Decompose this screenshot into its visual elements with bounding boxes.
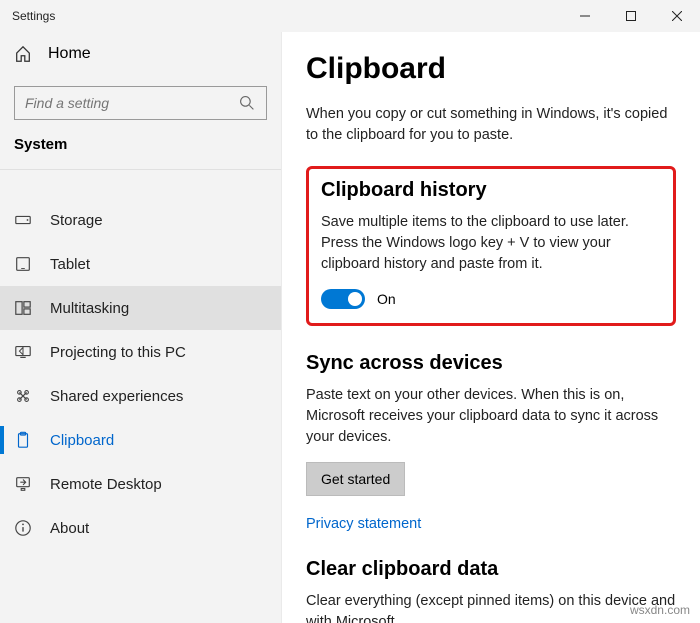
clear-heading: Clear clipboard data <box>306 558 676 581</box>
sidebar: Home System Storage <box>0 32 282 623</box>
toggle-state-label: On <box>377 291 396 307</box>
sync-heading: Sync across devices <box>306 352 676 375</box>
sidebar-item-label: Storage <box>50 212 103 229</box>
page-title: Clipboard <box>306 52 676 86</box>
sidebar-nav: Storage Tablet Multitasking <box>0 170 281 550</box>
sidebar-item-multitasking[interactable]: Multitasking <box>0 286 281 330</box>
sidebar-item-storage[interactable]: Storage <box>0 198 281 242</box>
close-button[interactable] <box>654 0 700 32</box>
search-input[interactable] <box>25 95 225 111</box>
sidebar-item-label: About <box>50 520 89 537</box>
toggle-knob <box>348 292 362 306</box>
history-toggle[interactable] <box>321 289 365 309</box>
sidebar-item-label: Shared experiences <box>50 388 183 405</box>
sidebar-item-projecting[interactable]: Projecting to this PC <box>0 330 281 374</box>
history-heading: Clipboard history <box>321 179 661 202</box>
sidebar-category: System <box>0 128 281 170</box>
minimize-button[interactable] <box>562 0 608 32</box>
clear-desc: Clear everything (except pinned items) o… <box>306 591 676 623</box>
main-content: Clipboard When you copy or cut something… <box>282 32 700 623</box>
sidebar-item-label: Multitasking <box>50 300 129 317</box>
get-started-button[interactable]: Get started <box>306 462 405 496</box>
privacy-link[interactable]: Privacy statement <box>306 516 421 532</box>
sidebar-item-remote[interactable]: Remote Desktop <box>0 462 281 506</box>
search-icon <box>238 95 256 111</box>
sidebar-item-label: Clipboard <box>50 432 114 449</box>
sync-desc: Paste text on your other devices. When t… <box>306 385 676 448</box>
storage-icon <box>14 211 32 229</box>
accent-bar <box>0 426 4 454</box>
search-box[interactable] <box>14 86 267 120</box>
page-intro: When you copy or cut something in Window… <box>306 104 676 146</box>
watermark: wsxdn.com <box>630 603 690 617</box>
sidebar-item-shared[interactable]: Shared experiences <box>0 374 281 418</box>
sidebar-item-label: Projecting to this PC <box>50 344 186 361</box>
window-title: Settings <box>8 9 55 23</box>
multitasking-icon <box>14 299 32 317</box>
home-label: Home <box>48 45 91 63</box>
sidebar-item-tablet[interactable]: Tablet <box>0 242 281 286</box>
clipboard-history-section: Clipboard history Save multiple items to… <box>306 166 676 326</box>
maximize-button[interactable] <box>608 0 654 32</box>
sidebar-item-label: Remote Desktop <box>50 476 162 493</box>
sidebar-item-clipboard[interactable]: Clipboard <box>0 418 281 462</box>
projecting-icon <box>14 343 32 361</box>
remote-icon <box>14 475 32 493</box>
info-icon <box>14 519 32 537</box>
titlebar: Settings <box>0 0 700 32</box>
home-button[interactable]: Home <box>0 32 281 76</box>
clipboard-icon <box>14 431 32 449</box>
sidebar-item-label: Tablet <box>50 256 90 273</box>
history-desc: Save multiple items to the clipboard to … <box>321 212 661 275</box>
tablet-icon <box>14 255 32 273</box>
home-icon <box>14 45 32 63</box>
sidebar-item-about[interactable]: About <box>0 506 281 550</box>
shared-icon <box>14 387 32 405</box>
